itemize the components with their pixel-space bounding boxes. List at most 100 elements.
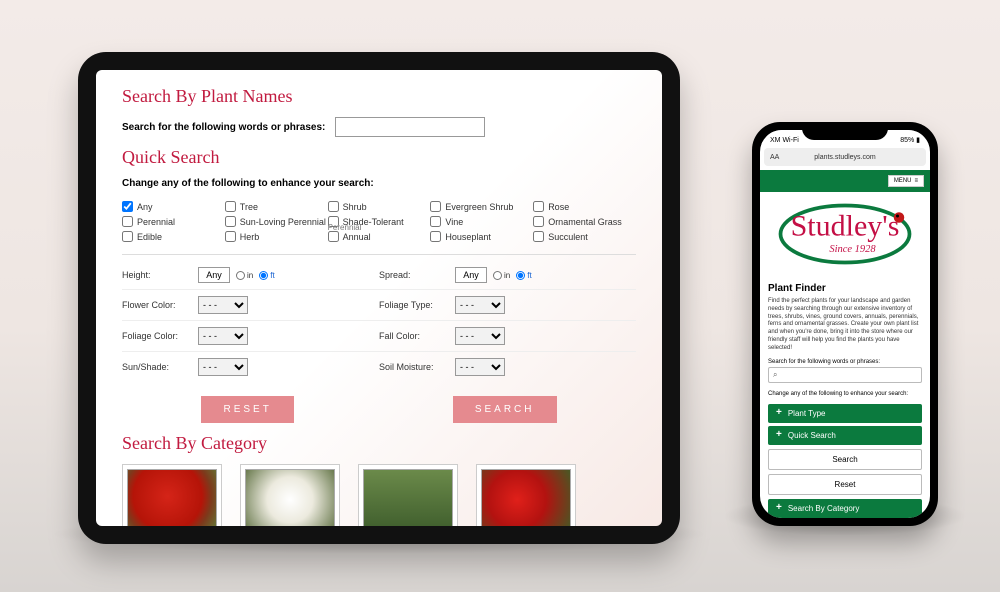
accordion-plant-type[interactable]: +Plant Type [768, 404, 922, 423]
cb-vine[interactable] [430, 216, 441, 227]
height-unit-in[interactable] [236, 271, 245, 280]
section-title-search-name: Search By Plant Names [122, 86, 636, 107]
category-card-shrubs[interactable]: SHRUBS [240, 464, 340, 526]
spread-unit-ft[interactable] [516, 271, 525, 280]
soil-moisture-select[interactable]: - - - [455, 358, 505, 376]
phone-reset-button[interactable]: Reset [768, 474, 922, 495]
height-unit-ft[interactable] [259, 271, 268, 280]
cb-any[interactable] [122, 201, 133, 212]
reader-icon[interactable]: AA [770, 154, 779, 161]
foliage-color-select[interactable]: - - - [198, 327, 248, 345]
cb-rose-label: Rose [548, 202, 569, 212]
cb-evergreen-shrub[interactable] [430, 201, 441, 212]
foliage-color-label: Foliage Color: [122, 331, 192, 341]
cb-vine-label: Vine [445, 217, 463, 227]
logo: Studley's Since 1928 [760, 192, 930, 281]
cb-shrub[interactable] [328, 201, 339, 212]
phone-search-label: Search for the following words or phrase… [760, 359, 930, 367]
sun-shade-select[interactable]: - - - [198, 358, 248, 376]
cb-rose[interactable] [533, 201, 544, 212]
accordion-category-label: Search By Category [788, 504, 860, 513]
plant-finder-description: Find the perfect plants for your landsca… [760, 296, 930, 359]
status-battery: 85% ▮ [900, 136, 920, 144]
phone-screen: XM Wi-Fi 85% ▮ AA plants.studleys.com ME… [760, 130, 930, 518]
menu-label: MENU [894, 178, 912, 184]
flower-color-label: Flower Color: [122, 300, 192, 310]
phone-enhance-label: Change any of the following to enhance y… [760, 387, 930, 401]
unit-ft-label2: ft [527, 271, 531, 280]
phone-search-button[interactable]: Search [768, 449, 922, 470]
plant-type-grid: Any Tree Shrub Evergreen Shrub Rose Pere… [122, 201, 636, 255]
cb-sun-perennial[interactable] [225, 216, 236, 227]
url-bar[interactable]: AA plants.studleys.com [764, 148, 926, 166]
status-carrier: XM Wi-Fi [770, 137, 799, 144]
accordion-category[interactable]: +Search By Category [768, 499, 922, 518]
cb-ornamental-grass-label: Ornamental Grass [548, 217, 622, 227]
category-row: TREES SHRUBS EVERGREEN SHRUBS ROSES [122, 464, 636, 526]
cb-houseplant[interactable] [430, 231, 441, 242]
tablet-screen: Search By Plant Names Search for the fol… [96, 70, 662, 526]
cb-shade-sub: Perennial [328, 223, 362, 232]
search-input[interactable] [335, 117, 485, 137]
hamburger-icon: ≡ [914, 178, 918, 184]
category-image-evergreen [363, 469, 453, 526]
search-button[interactable]: SEARCH [453, 396, 557, 423]
phone-device: XM Wi-Fi 85% ▮ AA plants.studleys.com ME… [752, 122, 938, 526]
fall-color-select[interactable]: - - - [455, 327, 505, 345]
menu-button[interactable]: MENU ≡ [888, 175, 924, 187]
unit-ft-label: ft [270, 271, 274, 280]
svg-text:Studley's: Studley's [791, 210, 900, 243]
unit-in-label2: in [504, 271, 510, 280]
cb-succulent[interactable] [533, 231, 544, 242]
url-text: plants.studleys.com [814, 154, 875, 161]
cb-tree[interactable] [225, 201, 236, 212]
cb-shrub-label: Shrub [343, 202, 367, 212]
cb-annual[interactable] [328, 231, 339, 242]
cb-perennial-label: Perennial [137, 217, 175, 227]
category-card-trees[interactable]: TREES [122, 464, 222, 526]
cb-edible[interactable] [122, 231, 133, 242]
cb-succulent-label: Succulent [548, 232, 588, 242]
category-image-roses [481, 469, 571, 526]
cb-evergreen-shrub-label: Evergreen Shrub [445, 202, 513, 212]
cb-any-label: Any [137, 202, 153, 212]
spread-input[interactable] [455, 267, 487, 283]
accordion-quick-search-label: Quick Search [788, 431, 836, 440]
cb-tree-label: Tree [240, 202, 258, 212]
svg-text:Since 1928: Since 1928 [829, 244, 876, 255]
cb-ornamental-grass[interactable] [533, 216, 544, 227]
category-image-shrubs [245, 469, 335, 526]
cb-herb-label: Herb [240, 232, 260, 242]
sun-shade-label: Sun/Shade: [122, 362, 192, 372]
checkbox-instruction: Change any of the following to enhance y… [122, 178, 636, 189]
foliage-type-select[interactable]: - - - [455, 296, 505, 314]
accordion-quick-search[interactable]: +Quick Search [768, 426, 922, 445]
cb-houseplant-label: Houseplant [445, 232, 491, 242]
search-icon: ⌕ [773, 370, 777, 380]
plant-finder-title: Plant Finder [760, 281, 930, 296]
height-label: Height: [122, 270, 192, 280]
tablet-device: Search By Plant Names Search for the fol… [78, 52, 680, 544]
flower-color-select[interactable]: - - - [198, 296, 248, 314]
height-input[interactable] [198, 267, 230, 283]
fall-color-label: Fall Color: [379, 331, 449, 341]
soil-moisture-label: Soil Moisture: [379, 362, 449, 372]
section-title-quicksearch: Quick Search [122, 147, 636, 168]
category-image-trees [127, 469, 217, 526]
category-card-roses[interactable]: ROSES [476, 464, 576, 526]
spread-unit-in[interactable] [493, 271, 502, 280]
phone-notch [802, 122, 888, 140]
section-title-category: Search By Category [122, 433, 636, 454]
cb-edible-label: Edible [137, 232, 162, 242]
cb-sun-perennial-label: Sun-Loving Perennial [240, 217, 326, 227]
search-label: Search for the following words or phrase… [122, 122, 325, 133]
unit-in-label: in [247, 271, 253, 280]
reset-button[interactable]: RESET [201, 396, 293, 423]
spread-label: Spread: [379, 270, 449, 280]
phone-search-input[interactable]: ⌕ [768, 367, 922, 383]
studleys-logo-icon: Studley's Since 1928 [770, 198, 920, 270]
category-card-evergreen[interactable]: EVERGREEN SHRUBS [358, 464, 458, 526]
cb-herb[interactable] [225, 231, 236, 242]
cb-perennial[interactable] [122, 216, 133, 227]
accordion-plant-type-label: Plant Type [788, 409, 826, 418]
